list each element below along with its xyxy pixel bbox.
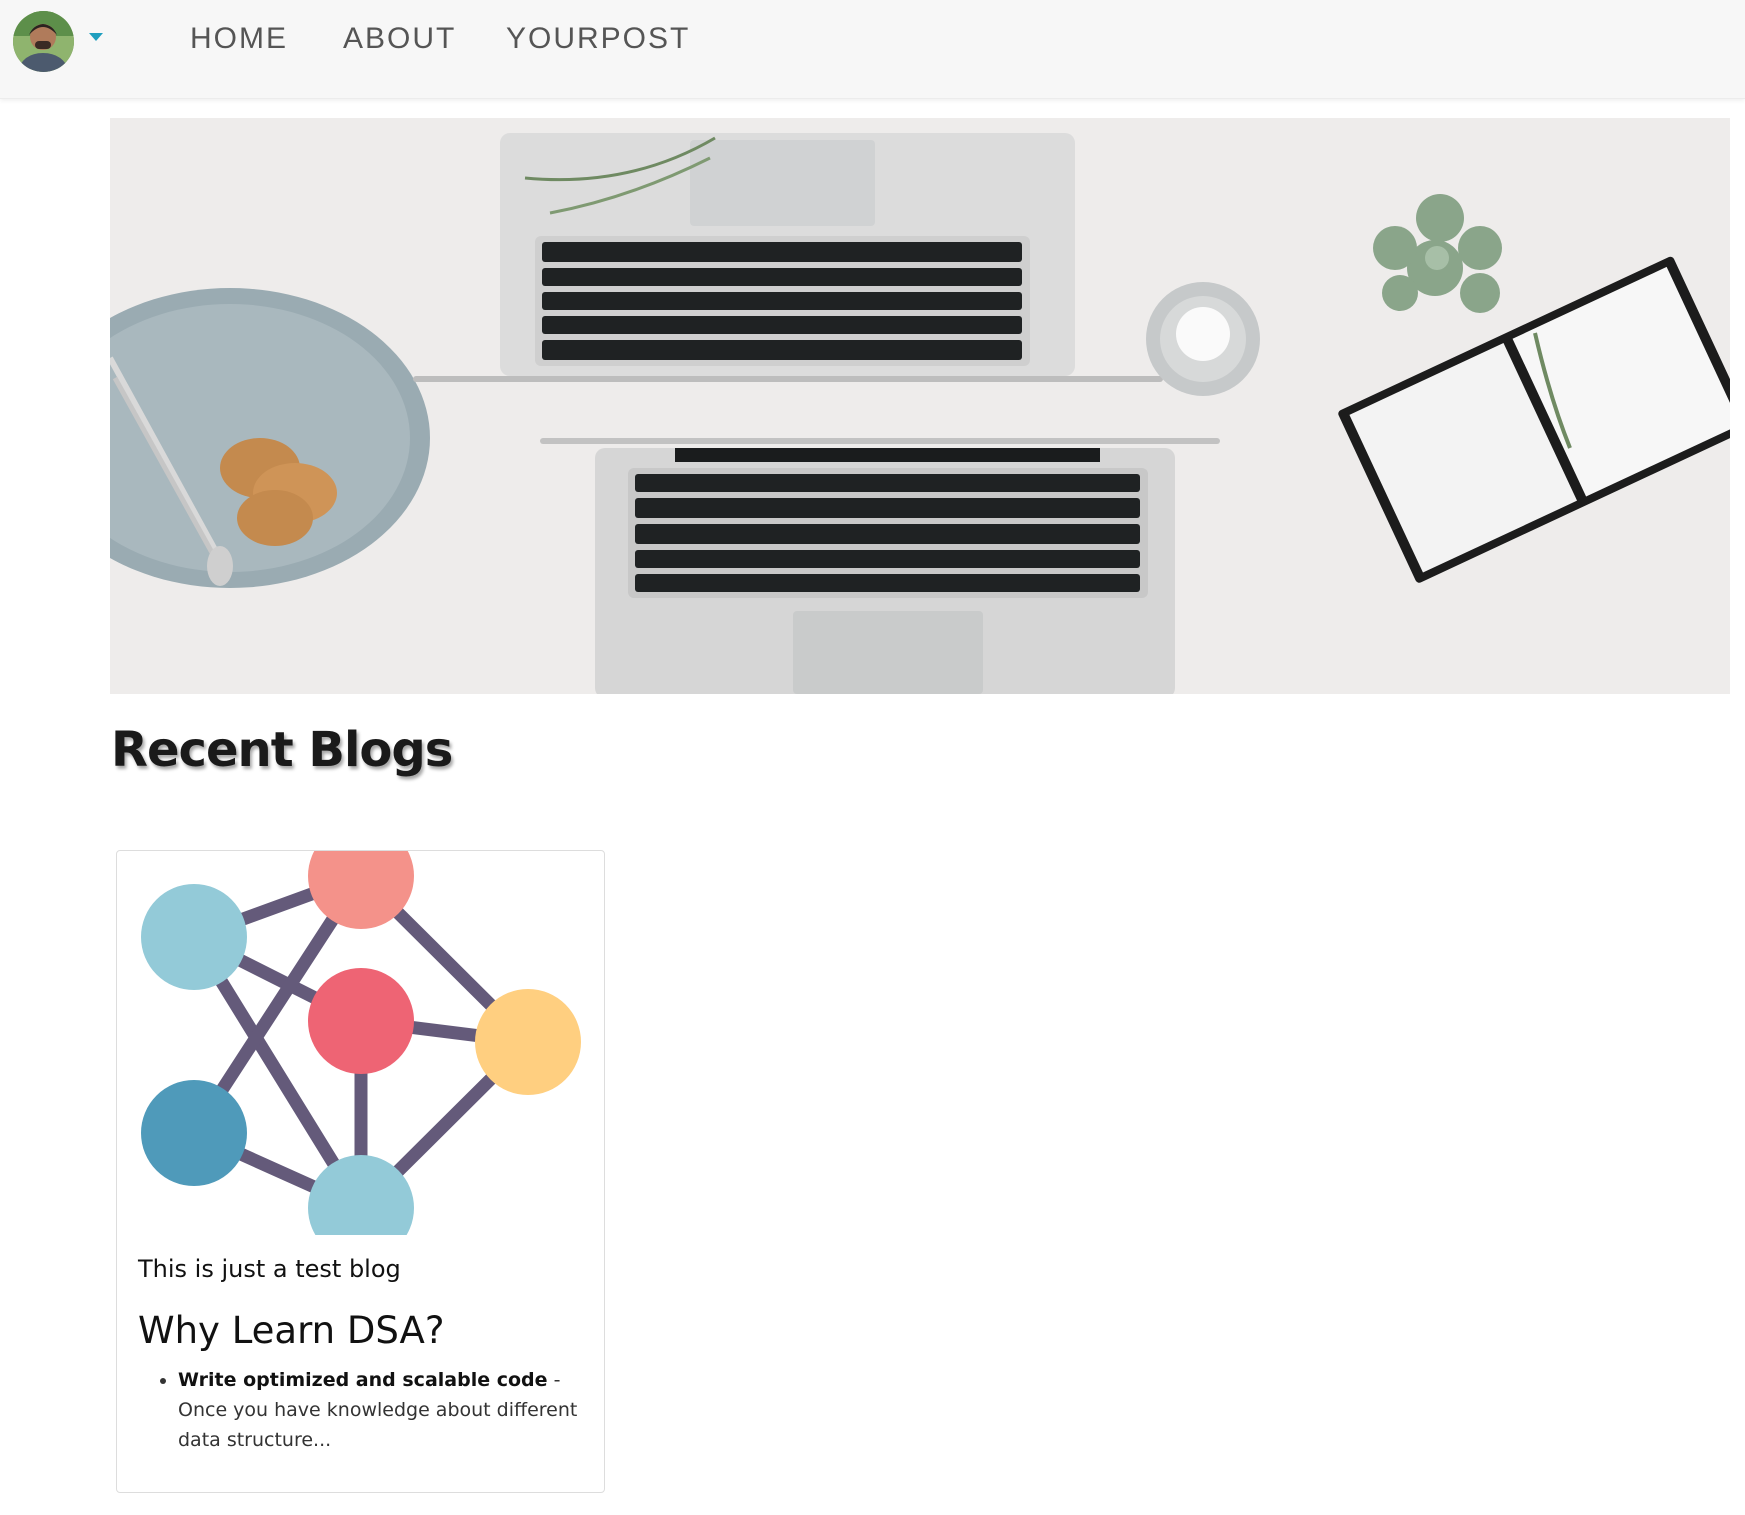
blog-subtitle: This is just a test blog (138, 1255, 401, 1283)
blog-card-image (117, 851, 604, 1261)
blog-excerpt-bold: Write optimized and scalable code (178, 1369, 548, 1391)
dropdown-caret-icon[interactable] (89, 33, 103, 41)
hero-image (110, 118, 1730, 694)
recent-blogs-heading: Recent Blogs (111, 722, 453, 778)
avatar-image (13, 11, 74, 72)
blog-excerpt: Write optimized and scalable code - Once… (178, 1365, 578, 1455)
top-navbar: HOME ABOUT YOURPOST (0, 0, 1745, 99)
hero-laptops-illustration (110, 118, 1730, 694)
nav-about-link[interactable]: ABOUT (343, 22, 456, 56)
blog-excerpt-list: Write optimized and scalable code - Once… (138, 1365, 578, 1455)
blog-card[interactable]: This is just a test blog Why Learn DSA? … (116, 850, 605, 1493)
nav-yourpost-link[interactable]: YOURPOST (506, 22, 690, 56)
nav-home-link[interactable]: HOME (190, 22, 288, 56)
blog-title[interactable]: Why Learn DSA? (138, 1309, 444, 1352)
avatar[interactable] (13, 11, 74, 72)
network-graph-illustration (141, 851, 581, 1261)
